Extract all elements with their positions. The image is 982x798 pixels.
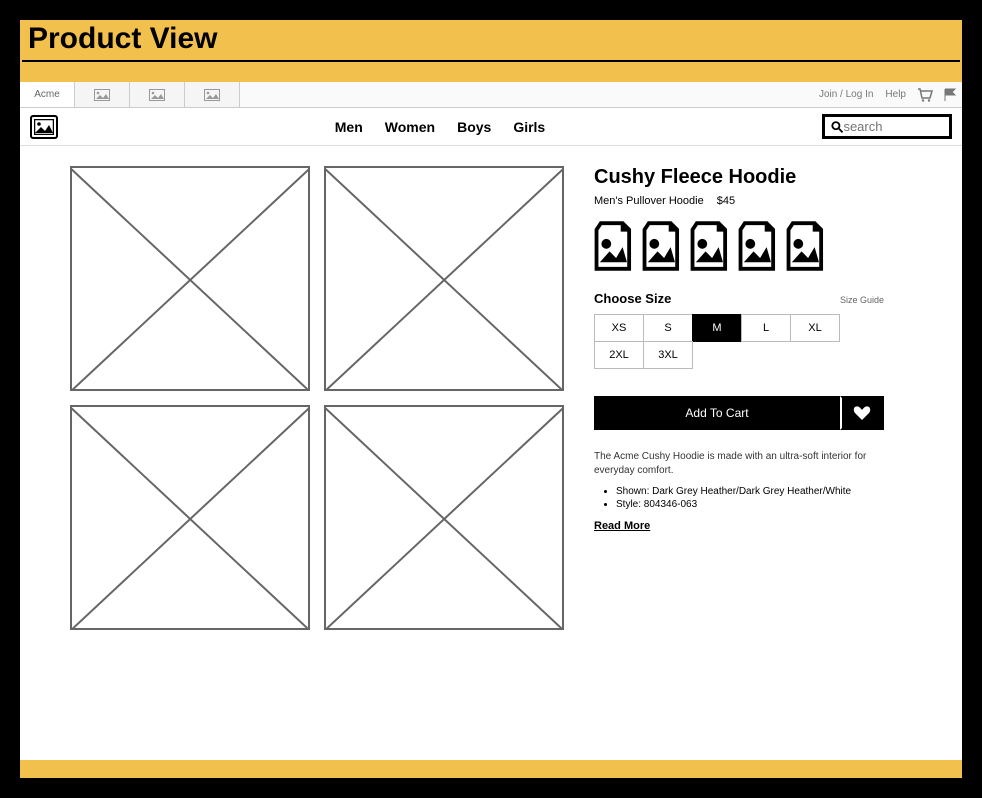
app-window: Acme Join / Log In Help bbox=[20, 82, 962, 760]
cart-icon[interactable] bbox=[912, 82, 938, 107]
image-gallery bbox=[70, 166, 564, 630]
color-swatches bbox=[594, 221, 884, 271]
size-l[interactable]: L bbox=[741, 314, 791, 342]
product-image-4[interactable] bbox=[324, 405, 564, 630]
product-description: The Acme Cushy Hoodie is made with an ul… bbox=[594, 450, 884, 478]
nav-men[interactable]: Men bbox=[335, 119, 363, 135]
size-xl[interactable]: XL bbox=[790, 314, 840, 342]
search-icon bbox=[831, 120, 843, 134]
read-more-link[interactable]: Read More bbox=[594, 520, 884, 532]
size-selector: XS S M L XL 2XL 3XL bbox=[594, 314, 884, 368]
bullet-shown: Shown: Dark Grey Heather/Dark Grey Heath… bbox=[616, 486, 884, 497]
favorite-button[interactable] bbox=[840, 396, 884, 430]
swatch-4[interactable] bbox=[738, 221, 780, 271]
swatch-1[interactable] bbox=[594, 221, 636, 271]
product-content: Cushy Fleece Hoodie Men's Pullover Hoodi… bbox=[20, 146, 962, 630]
product-subtitle: Men's Pullover Hoodie bbox=[594, 195, 704, 207]
tab-thumbnail-1[interactable] bbox=[75, 82, 130, 107]
choose-size-label: Choose Size bbox=[594, 291, 671, 306]
size-xs[interactable]: XS bbox=[594, 314, 644, 342]
join-login-link[interactable]: Join / Log In bbox=[813, 82, 879, 107]
browser-tab-bar: Acme Join / Log In Help bbox=[20, 82, 962, 108]
size-s[interactable]: S bbox=[643, 314, 693, 342]
search-box[interactable] bbox=[822, 114, 952, 139]
product-details: Cushy Fleece Hoodie Men's Pullover Hoodi… bbox=[594, 166, 884, 630]
search-input[interactable] bbox=[843, 119, 943, 134]
product-bullets: Shown: Dark Grey Heather/Dark Grey Heath… bbox=[594, 486, 884, 510]
tab-thumbnail-3[interactable] bbox=[185, 82, 240, 107]
tab-acme[interactable]: Acme bbox=[20, 82, 75, 107]
image-icon bbox=[94, 89, 110, 101]
size-m[interactable]: M bbox=[692, 314, 742, 342]
swatch-5[interactable] bbox=[786, 221, 828, 271]
page-header: Product View bbox=[20, 20, 962, 60]
heart-icon bbox=[853, 405, 871, 421]
size-2xl[interactable]: 2XL bbox=[594, 341, 644, 369]
nav-boys[interactable]: Boys bbox=[457, 119, 491, 135]
image-icon bbox=[149, 89, 165, 101]
product-subtitle-row: Men's Pullover Hoodie $45 bbox=[594, 195, 884, 207]
swatch-3[interactable] bbox=[690, 221, 732, 271]
size-guide-link[interactable]: Size Guide bbox=[840, 295, 884, 305]
nav-categories: Men Women Boys Girls bbox=[72, 119, 808, 135]
swatch-2[interactable] bbox=[642, 221, 684, 271]
site-logo[interactable] bbox=[30, 115, 58, 139]
tab-thumbnail-2[interactable] bbox=[130, 82, 185, 107]
nav-girls[interactable]: Girls bbox=[513, 119, 545, 135]
size-3xl[interactable]: 3XL bbox=[643, 341, 693, 369]
image-icon bbox=[34, 119, 54, 135]
main-nav: Men Women Boys Girls bbox=[20, 108, 962, 146]
product-image-2[interactable] bbox=[324, 166, 564, 391]
product-title: Cushy Fleece Hoodie bbox=[594, 166, 884, 189]
add-to-cart-button[interactable]: Add To Cart bbox=[594, 396, 840, 430]
product-price: $45 bbox=[717, 195, 735, 207]
help-link[interactable]: Help bbox=[879, 82, 912, 107]
bullet-style: Style: 804346-063 bbox=[616, 499, 884, 510]
nav-women[interactable]: Women bbox=[385, 119, 435, 135]
product-image-3[interactable] bbox=[70, 405, 310, 630]
header-divider bbox=[22, 60, 960, 62]
product-image-1[interactable] bbox=[70, 166, 310, 391]
flag-icon[interactable] bbox=[938, 82, 962, 107]
image-icon bbox=[204, 89, 220, 101]
